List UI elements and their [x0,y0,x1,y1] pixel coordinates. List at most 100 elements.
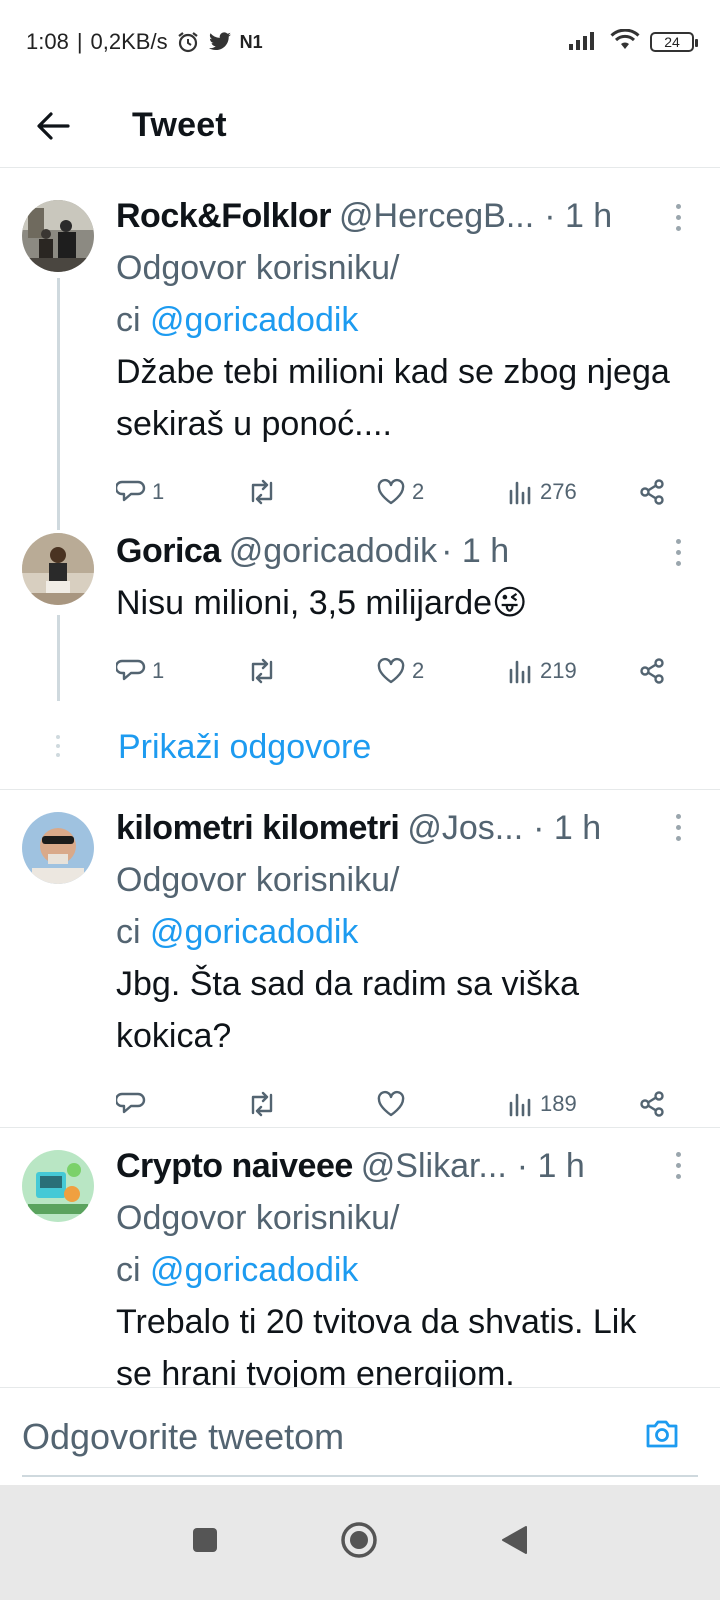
like-button[interactable]: 2 [376,478,508,506]
tweet-actions: 1 2 219 [116,641,680,701]
tweet-time: · 1 h [544,197,613,235]
share-button[interactable] [638,657,666,685]
back-button[interactable] [28,101,78,151]
triangle-back-icon [502,1526,527,1554]
avatar[interactable] [22,200,94,272]
tweet-text: Nisu milioni, 3,5 milijarde😜 [116,584,528,622]
like-count: 2 [412,658,425,683]
avatar[interactable] [22,1150,94,1222]
replies-feed: Rock&Folklor @HercegB... · 1 h Odgovor k… [0,180,720,1428]
reply-input[interactable]: Odgovorite tweetom [22,1416,344,1458]
retweet-icon [251,479,273,505]
analytics-icon [509,660,531,684]
views-button[interactable]: 276 [508,479,638,505]
comment-icon [116,480,146,502]
views-button[interactable]: 219 [508,658,638,684]
like-button[interactable]: 2 [376,657,508,685]
reply-composer: Odgovorite tweetom [0,1387,720,1485]
tweet-time: · 1 h [516,1147,585,1185]
retweet-button[interactable] [246,658,376,684]
back-nav-button[interactable] [499,1524,529,1561]
app-header: Tweet [0,84,720,168]
share-icon [640,1091,664,1117]
thread-line [57,615,60,701]
tweet-actions: 189 [116,1074,680,1134]
tweet-time: · 1 h [533,809,602,847]
share-button[interactable] [638,478,666,506]
mention-link[interactable]: @goricadodik [150,1251,358,1289]
like-count: 2 [412,479,425,504]
more-options-icon[interactable] [676,814,682,841]
author-handle[interactable]: @Jos... [407,802,523,854]
share-icon [640,479,664,505]
avatar[interactable] [22,533,94,605]
mention-link[interactable]: @goricadodik [150,913,358,951]
retweet-icon [251,658,273,684]
author-handle[interactable]: @HercegB... [339,190,534,242]
reply-context: Odgovor korisniku/ ci @goricadodik [116,1199,400,1289]
views-button[interactable]: 189 [508,1091,638,1117]
twitter-bird-icon [208,31,232,53]
camera-icon[interactable] [644,1418,680,1455]
reply-count: 1 [152,479,165,504]
wifi-icon [610,28,640,56]
share-button[interactable] [638,1090,666,1118]
system-nav-bar [0,1485,720,1600]
tweet-time: · 1 h [441,532,510,570]
tweet-text: Džabe tebi milioni kad se zbog njega sek… [116,353,670,443]
author-name[interactable]: Rock&Folklor [116,190,332,242]
reply-button[interactable]: 1 [116,478,246,506]
thread-gap-dots [56,735,60,757]
input-underline [22,1475,698,1477]
retweet-button[interactable] [246,1091,376,1117]
avatar[interactable] [22,812,94,884]
square-icon [193,1528,217,1552]
signal-icon [568,29,600,56]
more-options-icon[interactable] [676,1152,682,1179]
reply-context: Odgovor korisniku/ ci @goricadodik [116,861,400,951]
circle-home-icon [341,1522,377,1558]
arrow-left-icon [37,111,70,140]
comment-icon [116,659,146,681]
retweet-icon [251,1091,273,1117]
more-options-icon[interactable] [676,204,682,231]
heart-icon [377,478,405,505]
tweet-item[interactable]: kilometri kilometri @Jos... · 1 h Odgovo… [0,790,720,1127]
retweet-button[interactable] [246,479,376,505]
view-count: 219 [540,658,577,683]
tweet-text: Jbg. Šta sad da radim sa viška kokica? [116,965,580,1055]
author-name[interactable]: Gorica [116,525,221,577]
author-name[interactable]: kilometri kilometri [116,802,400,854]
view-count: 276 [540,479,577,504]
mention-link[interactable]: @goricadodik [150,301,358,339]
reply-count: 1 [152,658,165,683]
page-title: Tweet [132,106,227,144]
alarm-icon [176,30,200,54]
reply-button[interactable] [116,1090,246,1118]
tweet-text: Trebalo ti 20 tvitova da shvatis. Lik se… [116,1303,637,1393]
more-options-icon[interactable] [676,539,682,566]
reply-context: Odgovor korisniku/ ci @goricadodik [116,249,400,339]
analytics-icon [509,1093,531,1117]
reply-button[interactable]: 1 [116,657,246,685]
recents-button[interactable] [191,1526,219,1559]
network-speed: 0,2KB/s [90,29,168,54]
status-time: 1:08 [26,29,69,54]
tweet-item[interactable]: Crypto naiveee @Slikar... · 1 h Odgovor … [0,1128,720,1428]
tweet-item[interactable]: Gorica @goricadodik · 1 h Nisu milioni, … [0,525,720,705]
tweet-actions: 1 2 276 [116,462,680,522]
status-bar: 1:08 | 0,2KB/s N1 24 [0,0,720,84]
heart-icon [377,657,405,684]
author-handle[interactable]: @goricadodik [229,525,437,577]
share-icon [640,658,664,684]
author-handle[interactable]: @Slikar... [361,1140,507,1192]
view-count: 189 [540,1091,577,1116]
show-replies-link[interactable]: Prikaži odgovore [118,728,371,767]
heart-icon [377,1090,405,1117]
home-button[interactable] [339,1520,379,1565]
tweet-item[interactable]: Rock&Folklor @HercegB... · 1 h Odgovor k… [0,180,720,530]
author-name[interactable]: Crypto naiveee [116,1140,353,1192]
show-replies-row: Prikaži odgovore [0,705,720,789]
like-button[interactable] [376,1090,508,1118]
battery-icon: 24 [650,32,698,52]
